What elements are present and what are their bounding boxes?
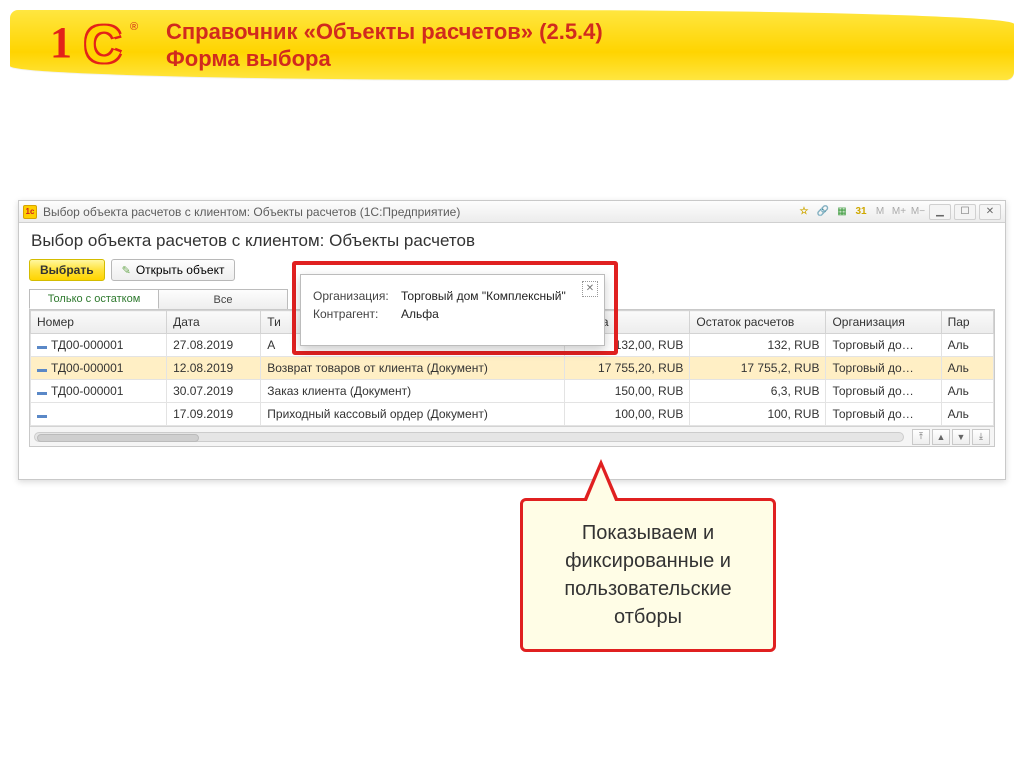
titlebar-tools: ☆ 🔗 ▦ 31 M M+ M− ▁ ☐ ✕ [796, 204, 1001, 220]
popover-close[interactable]: ✕ [582, 281, 598, 297]
pencil-icon: ✎ [122, 264, 131, 277]
table-row[interactable]: ▬17.09.2019Приходный кассовый ордер (Док… [31, 403, 994, 426]
table-row[interactable]: ▬ТД00-00000112.08.2019Возврат товаров от… [31, 357, 994, 380]
annotation-callout: Показываем и фиксированные и пользовател… [520, 498, 776, 652]
minimize-button[interactable]: ▁ [929, 204, 951, 220]
slide-header: 1С® Справочник «Объекты расчетов» (2.5.4… [10, 10, 1014, 80]
nav-up[interactable]: ▲ [932, 429, 950, 445]
popover-contr-value: Альфа [401, 307, 439, 321]
grid-footer: ⤒ ▲ ▼ ⤓ [30, 426, 994, 446]
m-icon[interactable]: M [872, 204, 888, 220]
row-icon: ▬ [37, 364, 47, 375]
nav-down[interactable]: ▼ [952, 429, 970, 445]
row-icon: ▬ [37, 387, 47, 398]
calculator-icon[interactable]: ▦ [834, 204, 850, 220]
popover-org-value: Торговый дом "Комплексный" [401, 289, 566, 303]
titlebar: 1c Выбор объекта расчетов с клиентом: Об… [19, 201, 1005, 223]
col-date[interactable]: Дата [167, 311, 261, 334]
calendar-icon[interactable]: 31 [853, 204, 869, 220]
popover-contr-label: Контрагент: [313, 307, 393, 321]
close-button[interactable]: ✕ [979, 204, 1001, 220]
tab-all[interactable]: Все [158, 289, 288, 309]
link-icon[interactable]: 🔗 [815, 204, 831, 220]
mplus-icon[interactable]: M+ [891, 204, 907, 220]
slide-title-line2: Форма выбора [166, 45, 603, 73]
mminus-icon[interactable]: M− [910, 204, 926, 220]
callout-text: Показываем и фиксированные и пользовател… [564, 522, 731, 628]
col-balance[interactable]: Остаток расчетов [690, 311, 826, 334]
table-row[interactable]: ▬ТД00-00000130.07.2019Заказ клиента (Док… [31, 380, 994, 403]
nav-first[interactable]: ⤒ [912, 429, 930, 445]
horizontal-scrollbar[interactable] [34, 432, 904, 442]
favorite-icon[interactable]: ☆ [796, 204, 812, 220]
form-title: Выбор объекта расчетов с клиентом: Объек… [19, 223, 1005, 259]
tab-with-balance[interactable]: Только с остатком [29, 289, 159, 309]
col-partner[interactable]: Пар [941, 311, 993, 334]
popover-org-label: Организация: [313, 289, 393, 303]
maximize-button[interactable]: ☐ [954, 204, 976, 220]
row-icon: ▬ [37, 410, 47, 421]
open-object-label: Открыть объект [136, 263, 225, 277]
titlebar-text: Выбор объекта расчетов с клиентом: Объек… [43, 205, 790, 219]
nav-last[interactable]: ⤓ [972, 429, 990, 445]
choose-button[interactable]: Выбрать [29, 259, 105, 281]
slide-title-line1: Справочник «Объекты расчетов» (2.5.4) [166, 18, 603, 46]
row-icon: ▬ [37, 341, 47, 352]
logo-1c: 1С® [50, 21, 136, 69]
slide-title: Справочник «Объекты расчетов» (2.5.4) Фо… [166, 18, 603, 73]
filters-popover: ✕ Организация: Торговый дом "Комплексный… [300, 274, 605, 346]
open-object-button[interactable]: ✎ Открыть объект [111, 259, 236, 281]
app-icon: 1c [23, 205, 37, 219]
col-number[interactable]: Номер [31, 311, 167, 334]
col-org[interactable]: Организация [826, 311, 941, 334]
